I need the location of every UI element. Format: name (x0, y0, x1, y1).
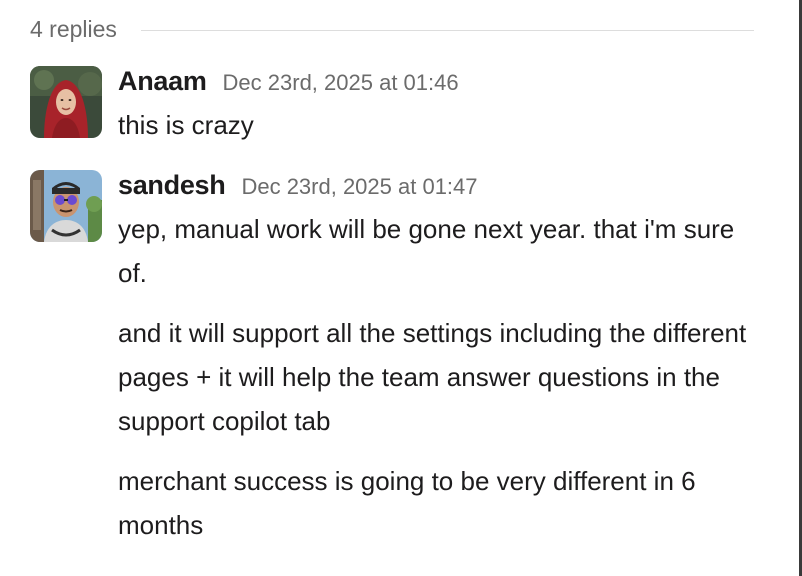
author-name[interactable]: sandesh (118, 170, 226, 201)
message-text: and it will support all the settings inc… (118, 318, 747, 436)
message-text: yep, manual work will be gone next year.… (118, 214, 735, 288)
message-sandesh[interactable]: sandesh Dec 23rd, 2025 at 01:47 yep, man… (30, 170, 762, 547)
message-timestamp[interactable]: Dec 23rd, 2025 at 01:47 (241, 174, 477, 200)
author-name[interactable]: Anaam (118, 66, 207, 97)
user-photo-icon (30, 170, 102, 242)
replies-count: 4 replies (30, 15, 117, 42)
avatar-anaam[interactable] (30, 66, 102, 138)
avatar-sandesh[interactable] (30, 170, 102, 242)
message-anaam[interactable]: Anaam Dec 23rd, 2025 at 01:46 this is cr… (30, 66, 762, 147)
divider-line (140, 29, 754, 31)
message-text: this is crazy (118, 110, 254, 140)
message-timestamp[interactable]: Dec 23rd, 2025 at 01:46 (223, 70, 459, 96)
user-photo-icon (30, 66, 102, 138)
replies-divider: 4 replies (30, 10, 754, 48)
message-text: merchant success is going to be very dif… (118, 466, 696, 540)
thread-panel: 4 replies Anaam Dec 23rd, 2025 at 01:46 … (0, 0, 802, 576)
